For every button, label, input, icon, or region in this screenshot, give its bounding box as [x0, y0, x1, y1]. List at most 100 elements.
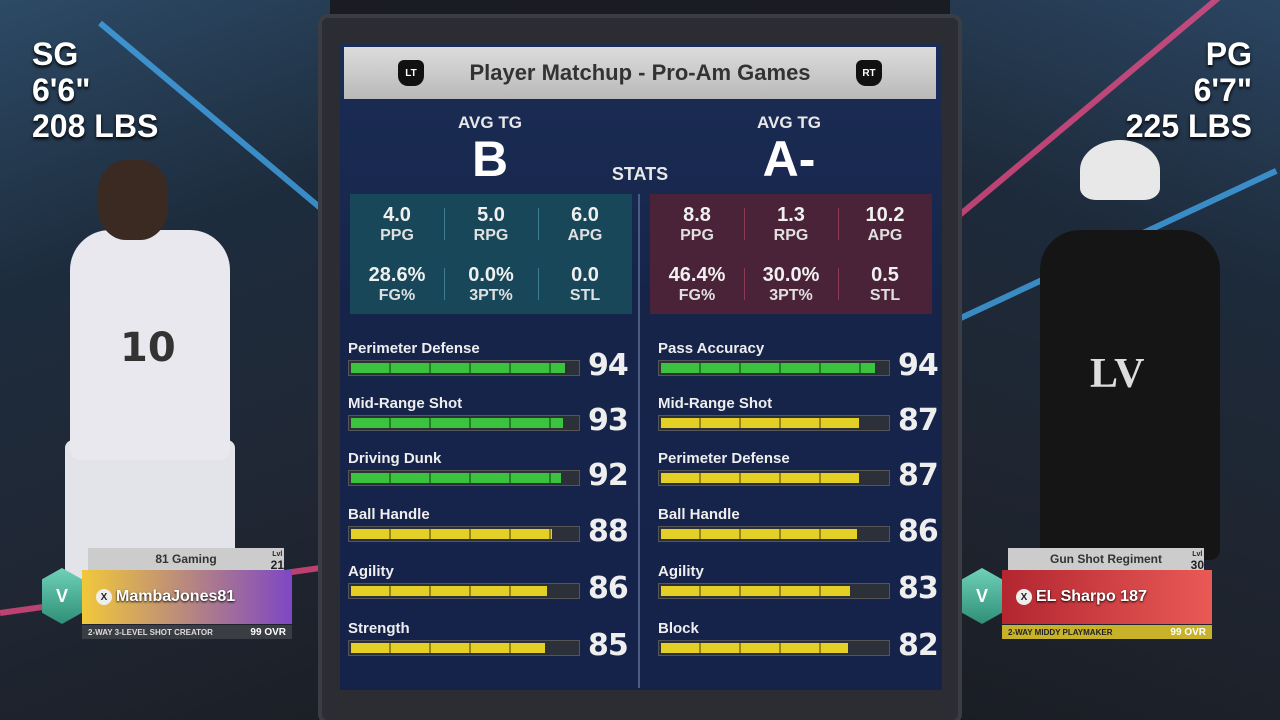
attribute-name: Mid-Range Shot	[348, 395, 463, 412]
attribute-row: Mid-Range Shot 87	[658, 395, 948, 445]
attribute-value: 86	[588, 571, 629, 606]
left-jersey-number: 10	[120, 325, 176, 371]
right-player-info: PG 6'7" 225 LBS	[1126, 36, 1252, 144]
left-stat-box: 4.0 PPG 5.0 RPG 6.0 APG 28.6% FG% 0.0% 3PT% 0…	[350, 194, 632, 314]
attribute-name: Block	[658, 620, 699, 637]
stat-value: 0.0	[571, 263, 599, 286]
ovr-rating: 99 OVR	[250, 627, 286, 638]
stat-label: FG%	[678, 286, 716, 304]
attribute-bar	[348, 526, 580, 542]
stat-value: 6.0	[571, 203, 599, 226]
stat-label: RPG	[473, 226, 509, 244]
attribute-row: Strength 85	[348, 620, 638, 670]
archetype-bar: 2-WAY MIDDY PLAYMAKER 99 OVR	[1002, 625, 1212, 639]
attribute-value: 88	[588, 514, 629, 549]
attribute-bar-fill	[351, 418, 563, 428]
stat-label: PPG	[380, 226, 414, 244]
page-title: Player Matchup - Pro-Am Games	[469, 60, 811, 85]
attribute-bar-fill	[351, 473, 561, 483]
left-avg-grade: AVG TG B	[430, 113, 550, 185]
stat-cell: 4.0 PPG	[350, 194, 444, 254]
right-height: 6'7"	[1193, 72, 1252, 108]
attribute-name: Pass Accuracy	[658, 340, 765, 357]
stat-cell: 0.0% 3PT%	[444, 254, 538, 314]
rank-badge-icon: V	[42, 568, 82, 624]
archetype-label: 2-WAY MIDDY PLAYMAKER	[1008, 627, 1113, 637]
gamertag: EL Sharpo 187	[1036, 588, 1147, 605]
archetype-label: 2-WAY 3-LEVEL SHOT CREATOR	[88, 627, 213, 637]
attribute-bar-fill	[661, 586, 850, 596]
stat-cell: 0.0 STL	[538, 254, 632, 314]
attribute-bar	[658, 470, 890, 486]
attribute-bar-fill	[351, 643, 545, 653]
right-stat-box: 8.8 PPG 1.3 RPG 10.2 APG 46.4% FG% 30.0% 3PT%…	[650, 194, 932, 314]
attribute-row: Ball Handle 88	[348, 506, 638, 556]
stat-cell: 8.8 PPG	[650, 194, 744, 254]
attribute-bar	[658, 360, 890, 376]
center-divider	[638, 194, 640, 688]
stat-label: APG	[867, 226, 903, 244]
attribute-row: Mid-Range Shot 93	[348, 395, 638, 445]
rank-badge-icon: V	[962, 568, 1002, 624]
ovr-rating: 99 OVR	[1170, 627, 1206, 638]
attribute-value: 94	[588, 348, 629, 383]
right-player-card[interactable]: Gun Shot Regiment Lvl 30 V X EL Sharpo 18…	[962, 548, 1212, 640]
ovr-value: 99	[250, 626, 262, 638]
attribute-name: Ball Handle	[348, 506, 430, 523]
stat-value: 4.0	[383, 203, 411, 226]
attribute-name: Perimeter Defense	[348, 340, 480, 357]
archetype-bar: 2-WAY 3-LEVEL SHOT CREATOR 99 OVR	[82, 625, 292, 639]
attribute-bar	[348, 583, 580, 599]
attribute-row: Agility 86	[348, 563, 638, 613]
attribute-bar-fill	[351, 586, 547, 596]
right-avg-grade: AVG TG A-	[729, 113, 849, 185]
stat-label: APG	[567, 226, 603, 244]
stat-label: STL	[869, 286, 901, 304]
attribute-row: Perimeter Defense 94	[348, 340, 638, 390]
stat-value: 0.5	[871, 263, 899, 286]
ovr-suffix: OVR	[264, 626, 286, 638]
attribute-name: Agility	[348, 563, 394, 580]
stat-label: FG%	[378, 286, 416, 304]
attribute-bar-fill	[661, 363, 875, 373]
right-jersey-logo: LV	[1090, 351, 1145, 397]
stat-label: PPG	[680, 226, 714, 244]
attribute-name: Driving Dunk	[348, 450, 442, 467]
attribute-bar	[348, 470, 580, 486]
stat-value: 30.0%	[762, 263, 820, 286]
stat-cell: 1.3 RPG	[744, 194, 838, 254]
attribute-bar	[658, 526, 890, 542]
attribute-value: 83	[898, 571, 939, 606]
attribute-value: 87	[898, 458, 939, 493]
attribute-value: 94	[898, 348, 939, 383]
attribute-bar	[348, 360, 580, 376]
stats-label: STATS	[611, 164, 669, 184]
xbox-icon: X	[1016, 589, 1032, 605]
attribute-value: 85	[588, 628, 629, 663]
attribute-name: Ball Handle	[658, 506, 740, 523]
stat-value: 46.4%	[668, 263, 726, 286]
attribute-row: Agility 83	[658, 563, 948, 613]
right-player-headwear	[1080, 140, 1160, 200]
attribute-row: Perimeter Defense 87	[658, 450, 948, 500]
left-player-head	[98, 160, 168, 240]
attribute-name: Strength	[348, 620, 410, 637]
attribute-bar-fill	[661, 529, 857, 539]
attribute-value: 82	[898, 628, 939, 663]
avg-tg-label: AVG TG	[458, 113, 522, 132]
stat-label: RPG	[773, 226, 809, 244]
stat-cell: 10.2 APG	[838, 194, 932, 254]
rt-trigger-icon[interactable]: RT	[856, 60, 882, 86]
stat-value: 0.0%	[468, 263, 514, 286]
avg-tg-label: AVG TG	[757, 113, 821, 132]
xbox-icon: X	[96, 589, 112, 605]
attribute-name: Agility	[658, 563, 704, 580]
left-player-card[interactable]: 81 Gaming Lvl 21 V X MambaJones81 2-WAY 3…	[42, 548, 292, 640]
ovr-suffix: OVR	[1184, 626, 1206, 638]
right-weight: 225 LBS	[1125, 108, 1252, 144]
lt-trigger-icon[interactable]: LT	[398, 60, 424, 86]
attribute-bar-fill	[661, 418, 859, 428]
level-badge: Lvl 30	[1191, 550, 1204, 571]
stat-cell: 6.0 APG	[538, 194, 632, 254]
team-name: Gun Shot Regiment	[1008, 548, 1204, 570]
